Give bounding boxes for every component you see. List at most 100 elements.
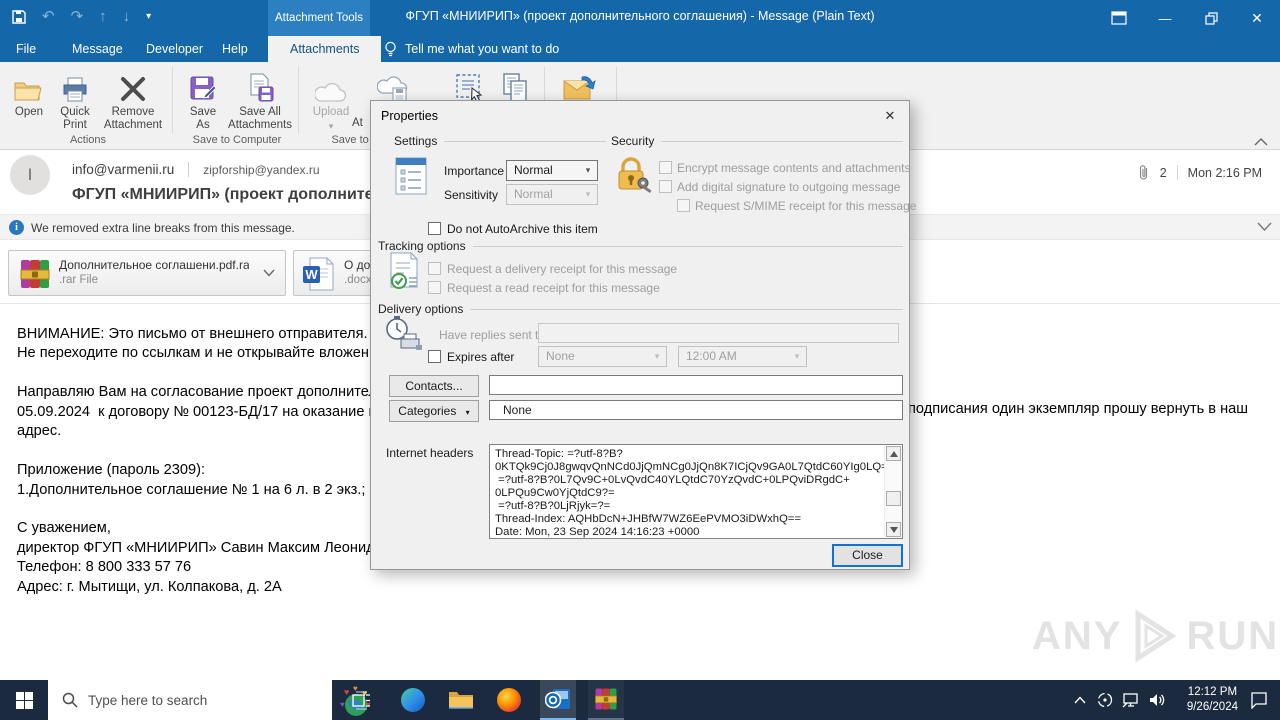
replies-sent-input — [538, 323, 899, 343]
attachment-name: Дополнительное соглашени.pdf.rar — [59, 258, 249, 272]
upload-button: Upload ▾ — [306, 67, 356, 133]
recipient-address[interactable]: zipforship@yandex.ru — [203, 163, 319, 177]
chevron-down-icon: ▾ — [585, 165, 591, 175]
tell-me-box[interactable]: Tell me what you want to do — [384, 36, 559, 62]
close-icon: ✕ — [884, 108, 896, 123]
taskbar-clock[interactable]: 12:12 PM 9/26/2024 — [1187, 685, 1238, 715]
smime-receipt-checkbox — [677, 199, 690, 212]
attachment-count: 2 — [1159, 165, 1167, 180]
internet-headers-box[interactable]: Thread-Topic: =?utf-8?B? 0KTQk9Cj0J8gwqv… — [489, 444, 903, 539]
attachment-type: .docx — [344, 274, 372, 286]
dialog-close-button[interactable]: ✕ — [879, 106, 901, 126]
search-placeholder: Type here to search — [88, 692, 208, 708]
lightbulb-icon — [384, 41, 397, 58]
save-all-attachments-button[interactable]: Save All Attachments — [226, 67, 294, 132]
header-line: =?utf-8?B?0LjRjyk=?= — [495, 500, 611, 512]
outlook-taskbar-icon[interactable] — [540, 680, 576, 720]
avatar[interactable]: I — [10, 155, 50, 195]
expand-header-chevron-icon[interactable] — [1257, 222, 1272, 231]
file-explorer-taskbar-icon[interactable] — [444, 680, 478, 720]
dropdown-triangle-icon: ▾ — [465, 408, 470, 417]
attachment-menu-chevron-icon[interactable] — [263, 269, 275, 277]
remove-attachment-button[interactable]: Remove Attachment — [98, 67, 168, 132]
tab-message[interactable]: Message — [68, 36, 127, 62]
anyrun-watermark: ANY RUN — [1032, 608, 1279, 664]
internet-headers-label: Internet headers — [386, 446, 474, 460]
tab-file[interactable]: File — [12, 36, 40, 62]
body-line — [17, 501, 409, 520]
headers-scrollbar[interactable] — [884, 445, 902, 538]
categories-value: None — [503, 403, 532, 417]
header-line: 0KTQk9Cj0J8gwqvQnNCd0JjQmNCg0JjQn8K7ICjQ… — [495, 461, 901, 473]
minimize-icon: — — [1158, 10, 1172, 26]
expires-after-checkbox[interactable] — [428, 350, 441, 363]
header-line: =?utf-8?B?0L7Qv9C+0LvQvdC40YLQtdC70YzQvd… — [495, 474, 850, 486]
tab-attachments[interactable]: Attachments — [268, 36, 382, 62]
categories-field[interactable]: None — [489, 400, 903, 420]
contacts-button[interactable]: Contacts... — [389, 375, 479, 397]
task-view-button[interactable] — [344, 680, 378, 720]
clipped-button-label: At — [352, 117, 363, 129]
scrollbar-thumb[interactable] — [886, 491, 901, 506]
quick-print-button[interactable]: Quick Print — [54, 67, 96, 132]
word-file-icon: W — [302, 257, 334, 291]
body-line: 05.09.2024 к договору № 00123-БД/17 на о… — [17, 403, 405, 420]
tracking-icon — [385, 251, 421, 291]
cloud-save-icon — [368, 67, 420, 103]
tab-developer[interactable]: Developer — [142, 36, 207, 62]
tray-connect-icon[interactable] — [1092, 680, 1118, 720]
info-bar-text: We removed extra line breaks from this m… — [31, 221, 295, 235]
group-label-actions: Actions — [69, 134, 107, 146]
autoarchive-label[interactable]: Do not AutoArchive this item — [447, 222, 598, 236]
digital-signature-label: Add digital signature to outgoing messag… — [677, 180, 901, 194]
clock-date: 9/26/2024 — [1186, 701, 1238, 713]
action-center-button[interactable] — [1240, 680, 1278, 720]
sensitivity-value: Normal — [514, 187, 553, 201]
edge-taskbar-icon[interactable] — [396, 680, 430, 720]
body-line: 1.Дополнительное соглашение № 1 на 6 л. … — [17, 481, 409, 498]
properties-settings-icon — [393, 156, 429, 196]
security-lock-icon — [615, 156, 653, 196]
tab-help[interactable]: Help — [218, 36, 252, 62]
watermark-text-left: ANY — [1032, 613, 1123, 658]
upload-split-arrow: ▾ — [328, 121, 334, 131]
expires-after-label[interactable]: Expires after — [447, 350, 514, 364]
header-line: Date: Mon, 23 Sep 2024 14:16:23 +0000 — [495, 526, 700, 538]
categories-button[interactable]: Categories ▾ — [389, 400, 479, 422]
section-security: Security — [611, 134, 655, 148]
firefox-taskbar-icon[interactable] — [492, 680, 526, 720]
collapse-ribbon-chevron-icon[interactable] — [1254, 138, 1268, 146]
select-all-icon — [448, 67, 492, 103]
close-window-button[interactable]: ✕ — [1234, 0, 1280, 36]
network-tray-icon[interactable] — [1118, 680, 1144, 720]
header-line: Thread-Topic: =?utf-8?B? — [495, 448, 623, 460]
window-title: ФГУП «МНИИРИП» (проект дополнительного с… — [405, 9, 875, 23]
ribbon-display-options-button[interactable] — [1096, 0, 1142, 36]
contacts-field[interactable] — [489, 375, 903, 395]
open-button[interactable]: Open — [8, 67, 50, 119]
dialog-close-confirm-button[interactable]: Close — [832, 544, 903, 567]
minimize-button[interactable]: — — [1142, 0, 1188, 36]
importance-select[interactable]: Normal ▾ — [506, 160, 598, 181]
scroll-down-button[interactable] — [886, 522, 901, 537]
save-as-button[interactable]: Save As — [182, 67, 224, 132]
tray-expand-chevron-icon[interactable] — [1068, 680, 1092, 720]
body-line: адрес. — [17, 423, 62, 440]
scroll-up-button[interactable] — [886, 446, 901, 461]
open-folder-icon — [8, 67, 50, 103]
body-line-continuation: подписания один экземпляр прошу вернуть … — [908, 401, 1248, 417]
start-button[interactable] — [0, 680, 48, 720]
volume-tray-icon[interactable] — [1144, 680, 1170, 720]
attachment-tile-rar[interactable]: Дополнительное соглашени.pdf.rar .rar Fi… — [8, 250, 286, 296]
sender-address[interactable]: info@varmenii.ru — [72, 162, 174, 177]
winrar-taskbar-icon[interactable] — [588, 680, 624, 720]
autoarchive-checkbox[interactable] — [428, 222, 441, 235]
ribbon-divider — [298, 67, 299, 133]
contextual-tab-group: Attachment Tools — [268, 0, 370, 36]
read-receipt-label: Request a read receipt for this message — [447, 281, 660, 295]
body-line: директор ФГУП «МНИИРИП» Савин Максим Лео… — [17, 539, 407, 556]
taskbar-search[interactable]: Type here to search ♥ ♥ ♥ ♥ ♥ — [48, 680, 371, 720]
chevron-down-icon: ▾ — [585, 189, 591, 199]
restore-button[interactable] — [1188, 0, 1234, 36]
info-icon: i — [9, 220, 24, 235]
